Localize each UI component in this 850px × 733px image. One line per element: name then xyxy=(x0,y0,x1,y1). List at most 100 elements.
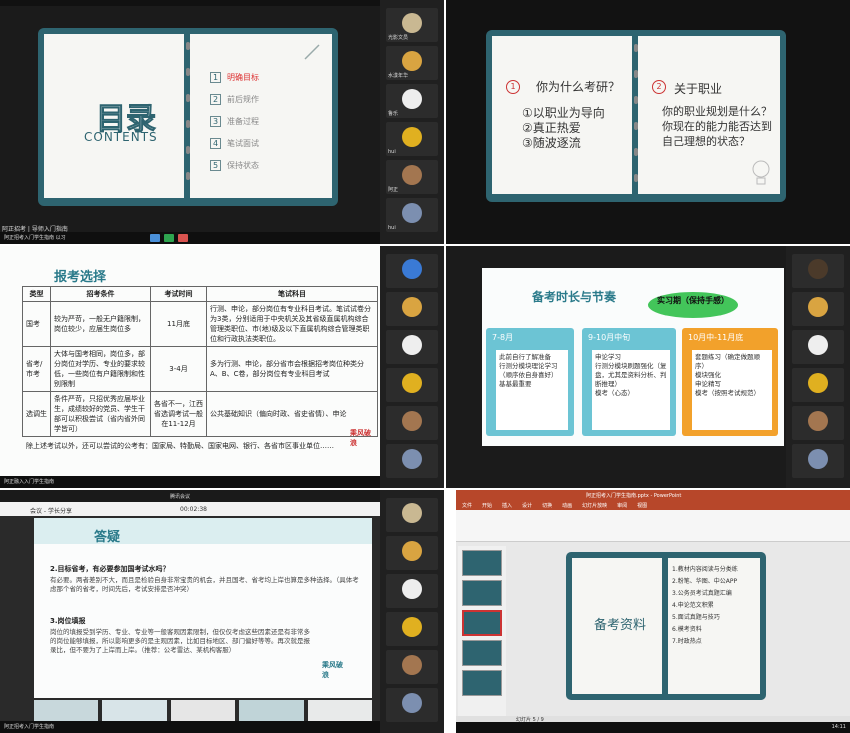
stage-item: 申论学习 xyxy=(595,353,621,361)
taskbar-app-icon[interactable] xyxy=(164,234,174,242)
notebook-cover: 1 你为什么考研？ ①以职业为导向 ②真正热爱 ③随波逐流 2 关于职业 你的职… xyxy=(486,30,786,202)
participant-tile[interactable] xyxy=(386,688,438,722)
question-3-answer: 岗位的填报受到学历、专业、专业等一般客观因素限制，但仅仅考虑这些因素还是有非常多… xyxy=(50,628,310,654)
avatar xyxy=(808,259,828,279)
ribbon-tab[interactable]: 视图 xyxy=(637,500,647,510)
participant-tile[interactable] xyxy=(386,330,438,364)
stage-item: 模块强化 xyxy=(695,371,721,379)
section-num: 2 xyxy=(652,80,666,94)
binding-ring xyxy=(186,172,190,180)
slide-thumbnail[interactable] xyxy=(462,580,502,606)
cell-subject: 多为行测、申论，部分省市会根据招考岗位种类分A、B、C卷，部分岗位有专业科目考试 xyxy=(206,346,378,392)
participant-tile[interactable] xyxy=(386,574,438,608)
binding-ring xyxy=(634,122,638,130)
exam-table: 类型 招考条件 考试时间 笔试科目 国考 较为严苛，一般无户籍限制，岗位较少，应… xyxy=(22,286,378,437)
participant-tile[interactable]: 阿正 xyxy=(386,160,438,194)
toc-item-3[interactable]: 3 准备过程 xyxy=(210,110,259,132)
slide-thumbnail[interactable] xyxy=(462,640,502,666)
question-num: 1 xyxy=(506,80,520,94)
ribbon-tab[interactable]: 设计 xyxy=(522,500,532,510)
material-item: 4.申论范文积累 xyxy=(672,602,714,609)
taskbar: 阿正招考入门学生指南 以习 xyxy=(0,232,380,244)
table-row: 省考/市考 大体与国考相同，岗位多，部分岗位对学历、专业的要求较低，一些岗位有户… xyxy=(22,346,378,392)
ribbon-tab[interactable]: 审阅 xyxy=(617,500,627,510)
participant-tile[interactable] xyxy=(386,254,438,288)
participant-tile[interactable] xyxy=(792,292,844,326)
ribbon-tab[interactable]: 开始 xyxy=(482,500,492,510)
reason-item: ③随波逐流 xyxy=(522,136,581,150)
participant-tile[interactable] xyxy=(386,498,438,532)
slide-thumbnail[interactable] xyxy=(307,700,373,722)
participant-tile[interactable] xyxy=(792,444,844,478)
slide-thumbnail[interactable] xyxy=(462,670,502,696)
participant-tile[interactable]: 水漾年华 xyxy=(386,46,438,80)
slide-canvas[interactable]: 备考资料 1.教材内容阅读与分类练 2.粉笔、华图、中公APP 3.公务员考试真… xyxy=(566,552,766,700)
participant-tile[interactable]: hui xyxy=(386,198,438,232)
participant-tile[interactable] xyxy=(386,406,438,440)
toc-item-5[interactable]: 5 保持状态 xyxy=(210,154,259,176)
toc-item-2[interactable]: 2 前后规作 xyxy=(210,88,259,110)
toc-text: 前后规作 xyxy=(227,94,259,104)
stamp: 乘风破浪 xyxy=(350,429,371,447)
avatar xyxy=(402,89,422,109)
avatar xyxy=(808,411,828,431)
section-text: 你的职业规划是什么？你现在的能力能否达到自己理想的状态？ xyxy=(662,105,772,148)
slide-thumbnail[interactable] xyxy=(34,700,99,722)
ribbon-tab[interactable]: 文件 xyxy=(462,500,472,510)
window-title: 阿正招考入门学生指南.pptx - PowerPoint xyxy=(586,493,682,499)
participant-tile[interactable] xyxy=(386,536,438,570)
material-item: 6.模考资料 xyxy=(672,626,702,633)
slide-thumbnails-pane xyxy=(458,546,506,716)
ribbon-tab[interactable]: 插入 xyxy=(502,500,512,510)
participant-tile[interactable] xyxy=(792,406,844,440)
cell-condition: 条件严苛，只招优秀应届毕业生，成绩较好的党员、学生干部可以积极尝试（省内省外同学… xyxy=(50,391,151,437)
participant-tile[interactable] xyxy=(386,612,438,646)
taskbar-app-icon[interactable] xyxy=(178,234,188,242)
ribbon-tab[interactable]: 动画 xyxy=(562,500,572,510)
slide-header-band xyxy=(34,518,372,544)
participant-tile[interactable] xyxy=(386,650,438,684)
participant-tile[interactable]: 鲁乐 xyxy=(386,84,438,118)
avatar xyxy=(808,373,828,393)
slide-thumbnail[interactable] xyxy=(462,550,502,576)
stage-item: 申论精写 xyxy=(695,380,721,388)
panel-qa: 腾讯会议 会议 - 学长分享 00:02:38 答疑 2.目标省考，有必要参加国… xyxy=(0,490,444,733)
ribbon-tab[interactable]: 切换 xyxy=(542,500,552,510)
ribbon-tab[interactable]: 幻灯片放映 xyxy=(582,500,607,510)
cell-condition: 较为严苛，一般无户籍限制，岗位较少，应届生岗位多 xyxy=(50,301,151,347)
notebook-right-page: 1 明确目标 2 前后规作 3 准备过程 4 笔试面试 5 保持状态 xyxy=(190,34,332,198)
taskbar-app-icon[interactable] xyxy=(150,234,160,242)
participant-tile[interactable]: hui xyxy=(386,122,438,156)
binding-ring xyxy=(186,42,190,50)
slide-thumbnail[interactable] xyxy=(170,700,236,722)
slide-thumbnail-selected[interactable] xyxy=(462,610,502,636)
avatar xyxy=(808,335,828,355)
table-row: 国考 较为严苛，一般无户籍限制，岗位较少，应届生岗位多 11月底 行测、申论，部… xyxy=(22,301,378,347)
participant-tile[interactable] xyxy=(386,444,438,478)
panel-powerpoint: 阿正招考入门学生指南.pptx - PowerPoint 文件 开始 插入 设计… xyxy=(456,490,850,733)
participant-tile[interactable] xyxy=(792,368,844,402)
pen-icon xyxy=(304,44,320,60)
participant-sidebar xyxy=(380,246,444,488)
participant-tile[interactable] xyxy=(386,368,438,402)
participant-tile[interactable] xyxy=(792,330,844,364)
slide-thumbnail[interactable] xyxy=(102,700,167,722)
notebook-left-page: 1 你为什么考研？ ①以职业为导向 ②真正热爱 ③随波逐流 xyxy=(492,36,632,194)
material-list: 1.教材内容阅读与分类练 2.粉笔、华图、中公APP 3.公务员考试真题汇编 4… xyxy=(672,564,756,648)
panel-career: 1 你为什么考研？ ①以职业为导向 ②真正热爱 ③随波逐流 2 关于职业 你的职… xyxy=(446,0,850,244)
slide-thumbnail[interactable] xyxy=(239,700,304,722)
toc-num: 5 xyxy=(210,159,221,171)
toc-item-4[interactable]: 4 笔试面试 xyxy=(210,132,259,154)
panel-exam-choice: 报考选择 类型 招考条件 考试时间 笔试科目 国考 较为严苛，一般无户籍限制，岗… xyxy=(0,246,444,488)
window-topbar xyxy=(0,0,380,6)
cell-condition: 大体与国考相同，岗位多，部分岗位对学历、专业的要求较低，一些岗位有户籍限制和性别… xyxy=(50,346,151,392)
toc-num: 2 xyxy=(210,93,221,105)
participant-tile[interactable]: 光影文员 xyxy=(386,8,438,42)
participant-tile[interactable] xyxy=(386,292,438,326)
participant-tile[interactable] xyxy=(792,254,844,288)
participant-sidebar xyxy=(786,246,850,488)
table-header: 类型 xyxy=(22,286,51,302)
toc-item-1[interactable]: 1 明确目标 xyxy=(210,66,259,88)
avatar xyxy=(402,411,422,431)
material-item: 7.时政热点 xyxy=(672,638,702,645)
